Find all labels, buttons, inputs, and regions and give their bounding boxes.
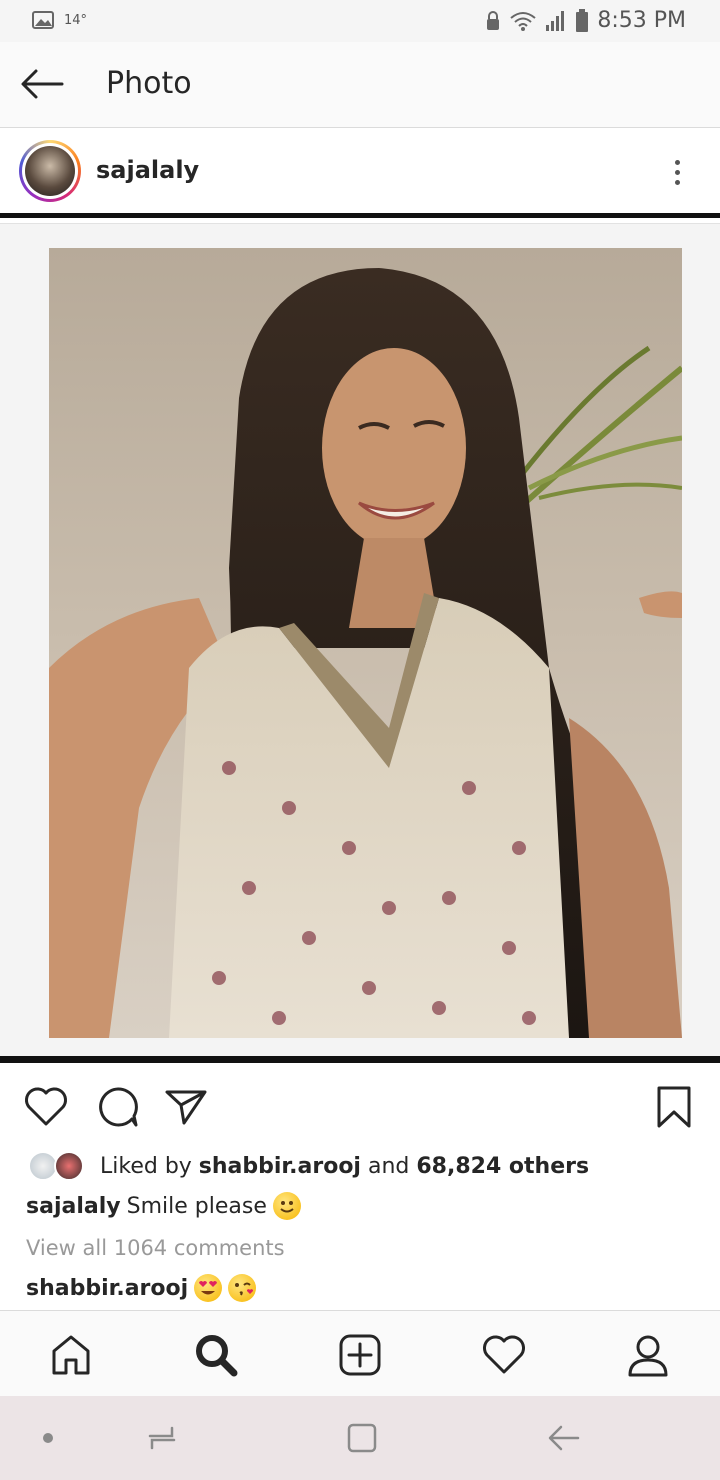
post-actions — [0, 1063, 720, 1145]
search-icon — [196, 1335, 238, 1377]
back-system-button[interactable] — [542, 1418, 586, 1458]
nav-home-button[interactable] — [45, 1329, 97, 1381]
dot-icon — [43, 1433, 53, 1443]
more-vertical-icon-dot — [674, 179, 680, 185]
heart-icon — [25, 1087, 67, 1126]
assistant-dot-button[interactable] — [26, 1418, 70, 1458]
signal-icon — [546, 10, 565, 31]
post-header: sajalaly — [0, 128, 720, 218]
more-vertical-icon-dot — [674, 169, 680, 175]
post-photo[interactable] — [49, 248, 682, 1038]
post-caption: sajalaly Smile please — [26, 1192, 301, 1220]
status-bar: 14° 8:53 PM — [0, 0, 720, 42]
post-username[interactable]: sajalaly — [96, 156, 199, 184]
likes-count[interactable]: 68,824 others — [416, 1154, 589, 1179]
caption-text: Smile please — [126, 1193, 267, 1219]
profile-icon — [628, 1335, 668, 1377]
avatar — [54, 1151, 84, 1181]
heart-eyes-emoji-icon — [194, 1274, 223, 1302]
recents-icon — [148, 1426, 176, 1450]
bookmark-icon — [657, 1086, 691, 1128]
gallery-icon — [32, 11, 54, 29]
caption-username[interactable]: sajalaly — [26, 1194, 121, 1219]
heart-icon — [483, 1335, 525, 1374]
liker-username[interactable]: shabbir.arooj — [199, 1154, 361, 1179]
nav-new-post-button[interactable] — [334, 1329, 386, 1381]
likes-summary[interactable]: Liked by shabbir.arooj and 68,824 others — [26, 1148, 706, 1184]
view-all-comments-link[interactable]: View all 1064 comments — [26, 1236, 285, 1260]
home-system-button[interactable] — [340, 1418, 384, 1458]
temperature-text: 14° — [64, 12, 88, 28]
likes-middle: and — [360, 1153, 417, 1179]
more-vertical-icon — [674, 159, 680, 165]
comment-button[interactable] — [94, 1083, 142, 1131]
recents-button[interactable] — [140, 1418, 184, 1458]
nav-activity-button[interactable] — [478, 1329, 530, 1381]
arrow-left-icon — [21, 69, 64, 99]
home-icon — [52, 1335, 90, 1375]
story-avatar[interactable] — [19, 140, 81, 202]
photo-illustration — [49, 248, 682, 1038]
avatar — [25, 146, 75, 196]
post-media-area — [0, 223, 720, 1059]
liker-avatars — [26, 1149, 90, 1183]
add-post-icon — [339, 1334, 381, 1376]
comment-item: shabbir.arooj — [26, 1274, 257, 1302]
page-title: Photo — [106, 66, 192, 101]
clock-text: 8:53 PM — [597, 8, 686, 33]
wifi-icon — [510, 11, 536, 31]
battery-icon — [576, 8, 589, 32]
share-button[interactable] — [162, 1083, 210, 1131]
top-app-bar: Photo — [0, 42, 720, 128]
comment-username[interactable]: shabbir.arooj — [26, 1276, 188, 1301]
send-icon — [165, 1090, 207, 1125]
more-options-button[interactable] — [664, 152, 690, 192]
kissing-emoji-icon — [228, 1274, 257, 1302]
likes-text: Liked by shabbir.arooj and 68,824 others — [100, 1154, 589, 1179]
system-navigation-bar — [0, 1396, 720, 1480]
smile-emoji-icon — [272, 1192, 301, 1220]
bottom-navigation — [0, 1310, 720, 1396]
likes-prefix: Liked by — [100, 1153, 199, 1179]
back-button[interactable] — [18, 62, 66, 106]
lock-icon — [487, 10, 500, 30]
status-right: 8:53 PM — [485, 8, 686, 33]
nav-search-button[interactable] — [190, 1329, 242, 1381]
save-button[interactable] — [650, 1083, 698, 1131]
like-button[interactable] — [22, 1083, 70, 1131]
media-divider — [0, 1056, 720, 1063]
nav-profile-button[interactable] — [622, 1329, 674, 1381]
back-arrow-icon — [548, 1425, 580, 1451]
status-left: 14° — [32, 11, 87, 29]
square-icon — [347, 1423, 377, 1453]
avatar-frame — [22, 143, 78, 199]
comment-icon — [99, 1087, 138, 1127]
